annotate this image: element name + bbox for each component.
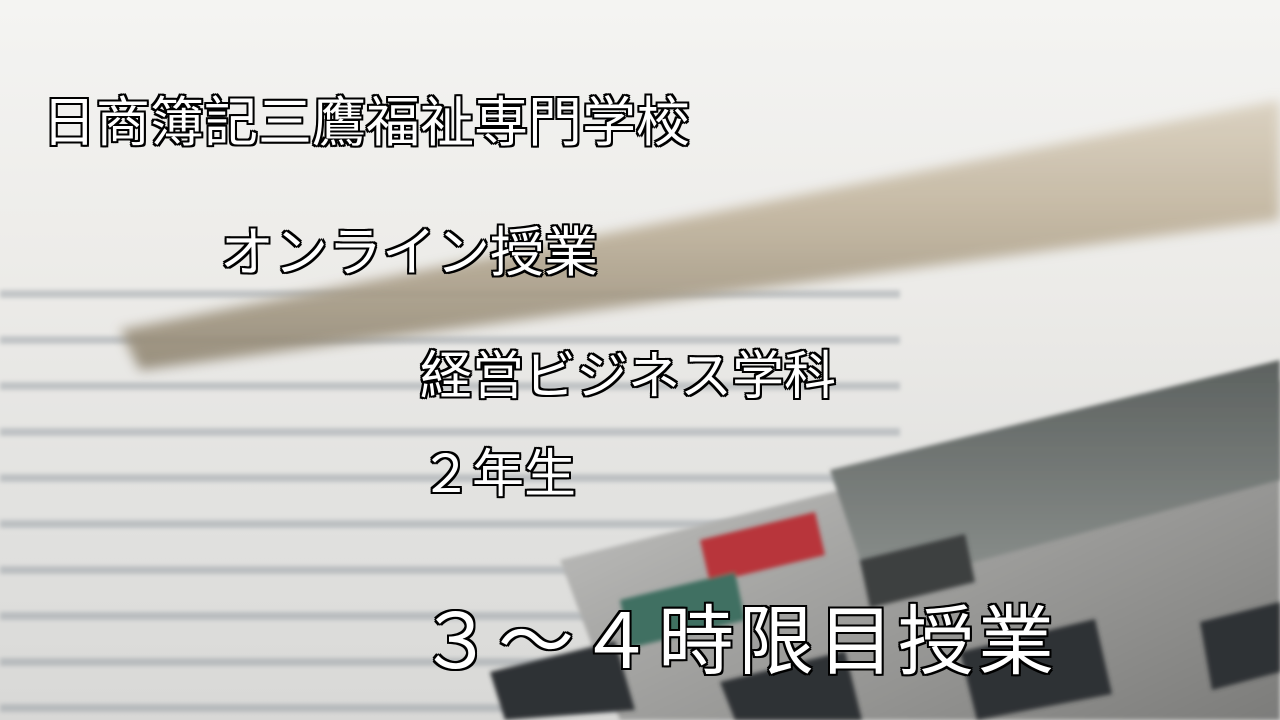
slide: 日商簿記三鷹福祉専門学校 オンライン授業 経営ビジネス学科 ２年生 ３～４時限目… bbox=[0, 0, 1280, 720]
department: 経営ビジネス学科 bbox=[420, 347, 837, 407]
grade: ２年生 bbox=[420, 445, 577, 505]
class-period: ３～４時限目授業 bbox=[418, 597, 1058, 686]
school-name: 日商簿記三鷹福祉専門学校 bbox=[42, 91, 690, 154]
subtitle: オンライン授業 bbox=[220, 221, 598, 284]
